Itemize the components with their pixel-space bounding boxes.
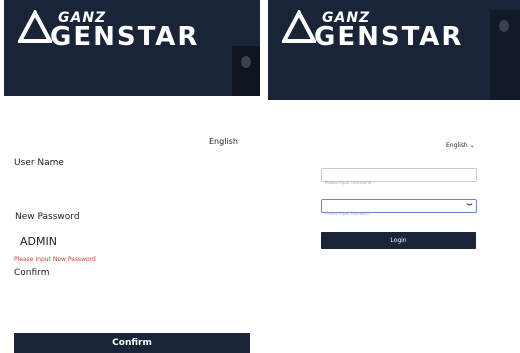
brand-main-text: GENSTAR bbox=[314, 22, 464, 52]
username-value: ADMIN bbox=[20, 235, 57, 248]
triangle-logo-icon bbox=[18, 10, 52, 43]
password-visibility-icon[interactable] bbox=[466, 203, 473, 207]
header-banner: GANZ GENSTAR bbox=[4, 0, 260, 96]
language-selector[interactable]: English ⌄ bbox=[446, 142, 475, 149]
confirm-label: Confirm bbox=[14, 268, 50, 278]
language-label: English bbox=[446, 142, 468, 149]
password-input[interactable] bbox=[322, 207, 476, 220]
username-field[interactable] bbox=[321, 168, 477, 189]
new-password-label: New Password bbox=[15, 212, 80, 222]
triangle-logo-icon bbox=[282, 10, 316, 43]
header-photo bbox=[232, 46, 260, 96]
error-message: Please Input New Password bbox=[14, 256, 96, 263]
reset-password-panel: GANZ GENSTAR English User Name New Passw… bbox=[0, 0, 260, 353]
confirm-button[interactable]: Confirm bbox=[14, 333, 250, 353]
password-field[interactable] bbox=[321, 199, 477, 220]
brand-main-text: GENSTAR bbox=[50, 22, 200, 52]
header-photo bbox=[490, 10, 520, 100]
login-panel: GANZ GENSTAR English ⌄ Login bbox=[268, 0, 520, 353]
language-selector[interactable]: English bbox=[209, 137, 238, 146]
chevron-down-icon: ⌄ bbox=[469, 142, 475, 149]
username-label: User Name bbox=[14, 158, 64, 168]
username-input[interactable] bbox=[322, 176, 476, 189]
header-banner: GANZ GENSTAR bbox=[268, 0, 520, 100]
login-button[interactable]: Login bbox=[321, 232, 476, 249]
